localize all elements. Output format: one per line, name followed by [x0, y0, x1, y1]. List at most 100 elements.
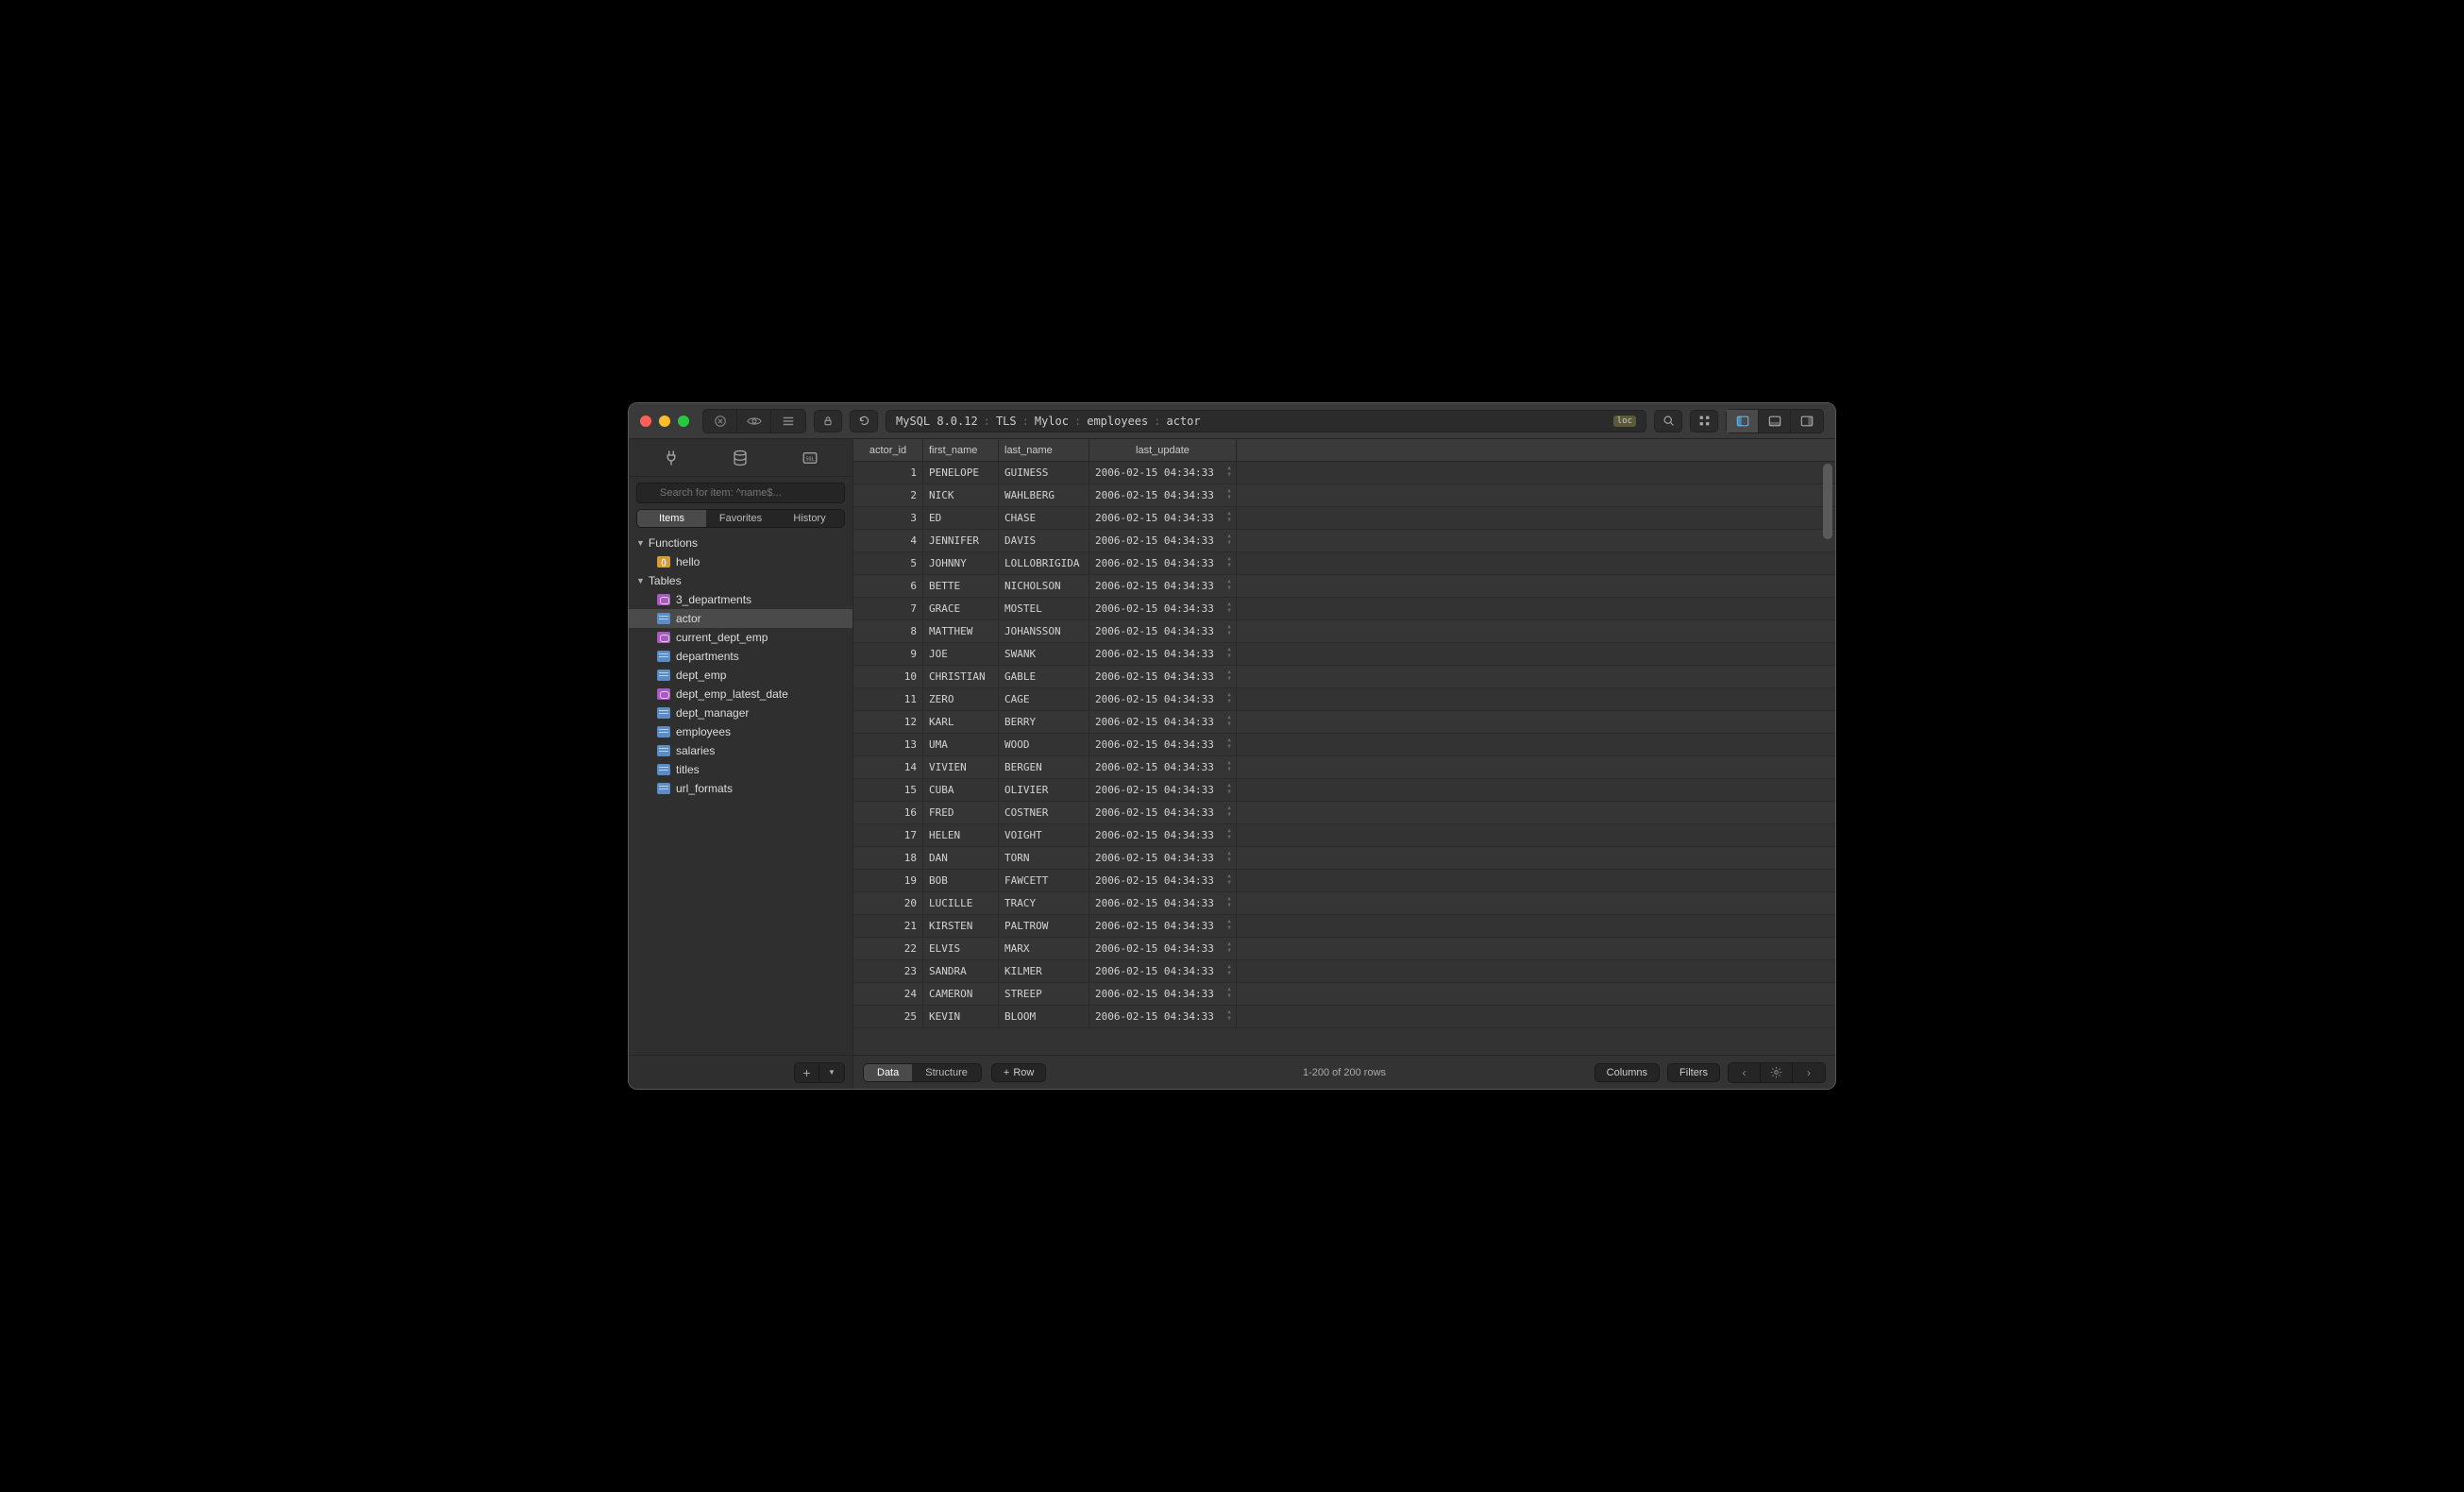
datetime-stepper[interactable]: ▲▼ — [1224, 556, 1234, 568]
cell-first-name[interactable]: VIVIEN — [923, 756, 999, 778]
toggle-right-panel-button[interactable] — [1791, 410, 1823, 432]
tree-item-url_formats[interactable]: url_formats — [629, 779, 852, 798]
cell-actor-id[interactable]: 10 — [853, 666, 923, 687]
datetime-stepper[interactable]: ▲▼ — [1224, 534, 1234, 546]
cell-actor-id[interactable]: 17 — [853, 824, 923, 846]
cell-actor-id[interactable]: 14 — [853, 756, 923, 778]
cell-last-name[interactable]: MOSTEL — [999, 598, 1089, 619]
datetime-stepper[interactable]: ▲▼ — [1224, 941, 1234, 954]
cell-last-name[interactable]: STREEP — [999, 983, 1089, 1005]
cell-last-name[interactable]: BERGEN — [999, 756, 1089, 778]
cell-last-update[interactable]: 2006-02-15 04:34:33▲▼ — [1089, 598, 1237, 619]
table-row[interactable]: 3EDCHASE2006-02-15 04:34:33▲▼ — [853, 507, 1835, 530]
table-row[interactable]: 10CHRISTIANGABLE2006-02-15 04:34:33▲▼ — [853, 666, 1835, 688]
cell-actor-id[interactable]: 16 — [853, 802, 923, 823]
table-row[interactable]: 4JENNIFERDAVIS2006-02-15 04:34:33▲▼ — [853, 530, 1835, 552]
cell-last-name[interactable]: CHASE — [999, 507, 1089, 529]
cell-actor-id[interactable]: 8 — [853, 620, 923, 642]
datetime-stepper[interactable]: ▲▼ — [1224, 919, 1234, 931]
cell-last-name[interactable]: OLIVIER — [999, 779, 1089, 801]
cell-actor-id[interactable]: 2 — [853, 484, 923, 506]
table-row[interactable]: 25KEVINBLOOM2006-02-15 04:34:33▲▼ — [853, 1006, 1835, 1028]
tree-item-function[interactable]: ()hello — [629, 552, 852, 571]
search-button[interactable] — [1654, 410, 1682, 432]
cell-last-update[interactable]: 2006-02-15 04:34:33▲▼ — [1089, 938, 1237, 959]
table-row[interactable]: 1PENELOPEGUINESS2006-02-15 04:34:33▲▼ — [853, 462, 1835, 484]
datetime-stepper[interactable]: ▲▼ — [1224, 692, 1234, 704]
cell-first-name[interactable]: BETTE — [923, 575, 999, 597]
cell-first-name[interactable]: ZERO — [923, 688, 999, 710]
cell-first-name[interactable]: JENNIFER — [923, 530, 999, 551]
view-mode-data[interactable]: Data — [864, 1064, 912, 1081]
column-header-first-name[interactable]: first_name — [923, 439, 999, 461]
scrollbar-thumb[interactable] — [1823, 464, 1832, 539]
refresh-button[interactable] — [850, 410, 878, 432]
cell-last-name[interactable]: COSTNER — [999, 802, 1089, 823]
cell-actor-id[interactable]: 21 — [853, 915, 923, 937]
datetime-stepper[interactable]: ▲▼ — [1224, 964, 1234, 976]
cell-last-name[interactable]: NICHOLSON — [999, 575, 1089, 597]
cell-first-name[interactable]: ELVIS — [923, 938, 999, 959]
datetime-stepper[interactable]: ▲▼ — [1224, 805, 1234, 818]
cell-first-name[interactable]: KARL — [923, 711, 999, 733]
cell-actor-id[interactable]: 9 — [853, 643, 923, 665]
tree-item-current_dept_emp[interactable]: current_dept_emp — [629, 628, 852, 647]
tree-item-employees[interactable]: employees — [629, 722, 852, 741]
datetime-stepper[interactable]: ▲▼ — [1224, 783, 1234, 795]
tree-section-functions[interactable]: ▼ Functions — [629, 534, 852, 552]
cell-first-name[interactable]: LUCILLE — [923, 892, 999, 914]
filters-button[interactable]: Filters — [1667, 1063, 1720, 1082]
cell-last-update[interactable]: 2006-02-15 04:34:33▲▼ — [1089, 824, 1237, 846]
minimize-window-button[interactable] — [659, 415, 670, 427]
breadcrumb[interactable]: MySQL 8.0.12 : TLS : Myloc : employees :… — [886, 410, 1646, 432]
tree-item-dept_emp_latest_date[interactable]: dept_emp_latest_date — [629, 685, 852, 704]
table-row[interactable]: 7GRACEMOSTEL2006-02-15 04:34:33▲▼ — [853, 598, 1835, 620]
cell-actor-id[interactable]: 19 — [853, 870, 923, 891]
maximize-window-button[interactable] — [678, 415, 689, 427]
cell-last-update[interactable]: 2006-02-15 04:34:33▲▼ — [1089, 711, 1237, 733]
cell-first-name[interactable]: CHRISTIAN — [923, 666, 999, 687]
cell-last-update[interactable]: 2006-02-15 04:34:33▲▼ — [1089, 870, 1237, 891]
cell-last-update[interactable]: 2006-02-15 04:34:33▲▼ — [1089, 484, 1237, 506]
datetime-stepper[interactable]: ▲▼ — [1224, 715, 1234, 727]
page-next-button[interactable]: › — [1793, 1063, 1825, 1082]
cell-first-name[interactable]: GRACE — [923, 598, 999, 619]
cell-last-update[interactable]: 2006-02-15 04:34:33▲▼ — [1089, 915, 1237, 937]
datetime-stepper[interactable]: ▲▼ — [1224, 466, 1234, 478]
column-header-actor-id[interactable]: actor_id — [853, 439, 923, 461]
cell-actor-id[interactable]: 18 — [853, 847, 923, 869]
cell-first-name[interactable]: KEVIN — [923, 1006, 999, 1027]
cell-last-name[interactable]: GUINESS — [999, 462, 1089, 483]
tree-item-dept_emp[interactable]: dept_emp — [629, 666, 852, 685]
cell-first-name[interactable]: JOE — [923, 643, 999, 665]
preview-button[interactable] — [737, 410, 771, 432]
cell-actor-id[interactable]: 12 — [853, 711, 923, 733]
sidebar-tab-sql[interactable]: SQL — [777, 446, 843, 470]
tree-item-actor[interactable]: actor — [629, 609, 852, 628]
cell-last-name[interactable]: SWANK — [999, 643, 1089, 665]
table-row[interactable]: 23SANDRAKILMER2006-02-15 04:34:33▲▼ — [853, 960, 1835, 983]
table-row[interactable]: 21KIRSTENPALTROW2006-02-15 04:34:33▲▼ — [853, 915, 1835, 938]
cell-first-name[interactable]: JOHNNY — [923, 552, 999, 574]
cell-first-name[interactable]: DAN — [923, 847, 999, 869]
cell-last-update[interactable]: 2006-02-15 04:34:33▲▼ — [1089, 688, 1237, 710]
cell-last-name[interactable]: CAGE — [999, 688, 1089, 710]
cell-first-name[interactable]: FRED — [923, 802, 999, 823]
table-row[interactable]: 22ELVISMARX2006-02-15 04:34:33▲▼ — [853, 938, 1835, 960]
cell-first-name[interactable]: ED — [923, 507, 999, 529]
table-row[interactable]: 5JOHNNYLOLLOBRIGIDA2006-02-15 04:34:33▲▼ — [853, 552, 1835, 575]
tree-section-tables[interactable]: ▼ Tables — [629, 571, 852, 590]
cell-actor-id[interactable]: 6 — [853, 575, 923, 597]
page-settings-button[interactable] — [1761, 1063, 1793, 1082]
cell-first-name[interactable]: CUBA — [923, 779, 999, 801]
segment-history[interactable]: History — [775, 510, 844, 527]
datetime-stepper[interactable]: ▲▼ — [1224, 488, 1234, 500]
table-row[interactable]: 17HELENVOIGHT2006-02-15 04:34:33▲▼ — [853, 824, 1835, 847]
datetime-stepper[interactable]: ▲▼ — [1224, 1009, 1234, 1022]
cell-first-name[interactable]: SANDRA — [923, 960, 999, 982]
close-tab-button[interactable] — [703, 410, 737, 432]
cell-actor-id[interactable]: 3 — [853, 507, 923, 529]
cell-last-update[interactable]: 2006-02-15 04:34:33▲▼ — [1089, 802, 1237, 823]
cell-last-name[interactable]: PALTROW — [999, 915, 1089, 937]
cell-last-update[interactable]: 2006-02-15 04:34:33▲▼ — [1089, 462, 1237, 483]
